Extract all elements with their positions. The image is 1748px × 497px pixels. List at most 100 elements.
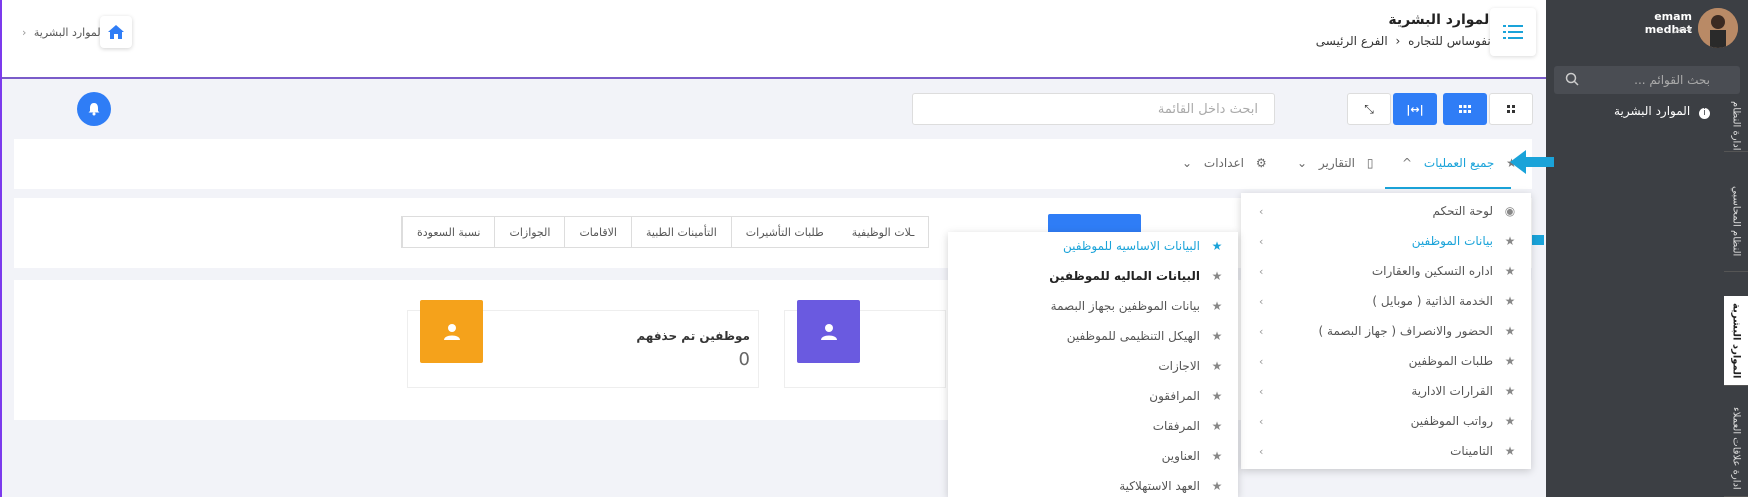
- chevron-left-icon: ‹: [1259, 385, 1264, 398]
- top-header: [2, 0, 1546, 77]
- chevron-left-icon: ‹: [22, 26, 27, 39]
- chevron-left-icon: ‹: [1259, 355, 1264, 368]
- dashboard-icon: ◉: [1504, 204, 1516, 218]
- pointer-arrow-icon: [1510, 150, 1554, 177]
- pill-job-positions[interactable]: ـلات الوظيفية: [838, 217, 929, 247]
- tiles-view-button[interactable]: [1489, 93, 1533, 125]
- star-icon: ★: [1211, 359, 1223, 373]
- submenu-attachments[interactable]: ★ المرفقات: [1153, 416, 1224, 436]
- menu-item-self-service[interactable]: ★ الخدمة الذاتية ( موبايل ): [1372, 291, 1517, 311]
- menu-label: المرافقون: [1149, 389, 1200, 403]
- operations-dropdown: ◉ لوحة التحكم ‹ ★ بيانات الموظفين ‹ ★ اداره…: [1241, 193, 1531, 469]
- chevron-icon: ‹: [1395, 34, 1401, 48]
- submenu-consumable-custody[interactable]: ★ العهد الاستهلاكية: [1119, 476, 1224, 496]
- tab-label: اعدادات: [1203, 156, 1244, 170]
- tab-all-operations[interactable]: ★ جميع العمليات ^: [1402, 156, 1517, 170]
- submenu-org-structure[interactable]: ★ الهيكل التنظيمى للموظفين: [1067, 326, 1224, 346]
- active-tab-indicator: [1385, 187, 1511, 189]
- stat-deleted-employees: موظفين تم حذفهم 0: [407, 300, 759, 388]
- menu-item-housing[interactable]: ★ اداره التسكين والعقارات: [1372, 261, 1517, 281]
- menu-label: التامينات: [1450, 444, 1493, 458]
- submenu-financial-data[interactable]: ★ البيانات الماليه للموظفين: [1049, 266, 1224, 286]
- page-title: الموارد البشرية: [1388, 12, 1494, 28]
- pill-visa-requests[interactable]: طلبات التأشيرات: [730, 217, 838, 247]
- menu-toggle-button[interactable]: [1490, 8, 1536, 56]
- search-icon: [1565, 72, 1579, 89]
- submenu-vacations[interactable]: ★ الاجازات: [1158, 356, 1224, 376]
- menu-label: البيانات الماليه للموظفين: [1049, 269, 1200, 283]
- menu-label: العهد الاستهلاكية: [1119, 479, 1200, 493]
- submenu-basic-data[interactable]: ★ البيانات الاساسيه للموظفين: [1063, 236, 1224, 256]
- star-icon: ★: [1504, 444, 1516, 458]
- vtab-system-admin[interactable]: ادارة النظام: [1724, 100, 1748, 152]
- menu-item-insurance[interactable]: ★ التامينات: [1450, 441, 1517, 461]
- search-placeholder: ابحث داخل القائمة: [1157, 102, 1258, 117]
- company-link[interactable]: انفوساس للتجاره: [1408, 34, 1494, 48]
- chevron-left-icon: ‹: [1259, 235, 1264, 248]
- collapse-button[interactable]: ⤡: [1347, 93, 1391, 125]
- star-icon: ★: [1504, 384, 1516, 398]
- pill-medical-insurance[interactable]: التأمينات الطبية: [631, 217, 731, 247]
- fit-width-button[interactable]: |↔|: [1393, 93, 1437, 125]
- menu-item-salaries[interactable]: ★ رواتب الموظفين: [1411, 411, 1517, 431]
- star-icon: ★: [1504, 234, 1516, 248]
- chevron-left-icon: ‹: [1259, 325, 1264, 338]
- grid-view-button[interactable]: [1443, 93, 1487, 125]
- vtab-accounting[interactable]: النظام المحاسبي: [1724, 172, 1748, 272]
- tab-reports[interactable]: ▯ التقارير ⌄: [1297, 156, 1373, 170]
- compress-icon: ⤡: [1364, 101, 1374, 116]
- chevron-down-icon: ⌄: [1182, 156, 1193, 170]
- menu-item-employee-data[interactable]: ★ بيانات الموظفين: [1412, 231, 1517, 251]
- submenu-addresses[interactable]: ★ العناوين: [1162, 446, 1224, 466]
- list-icon: [1503, 25, 1523, 39]
- avatar[interactable]: [1698, 8, 1738, 48]
- info-icon: i: [1699, 108, 1710, 119]
- breadcrumb[interactable]: الموارد البشرية ‹: [22, 26, 104, 39]
- home-button[interactable]: [100, 16, 132, 48]
- expand-horizontal-icon: |↔|: [1406, 102, 1424, 116]
- vertical-tabs: ادارة النظام النظام المحاسبي الموارد الب…: [1724, 100, 1748, 497]
- menu-label: القرارات الادارية: [1411, 384, 1493, 398]
- list-search-input[interactable]: ابحث داخل القائمة: [912, 93, 1275, 125]
- notification-button[interactable]: [77, 92, 111, 126]
- menu-item-employee-requests[interactable]: ★ طلبات الموظفين: [1409, 351, 1517, 371]
- star-icon: ★: [1211, 329, 1223, 343]
- menu-label: اداره التسكين والعقارات: [1371, 264, 1493, 278]
- sidebar-item-hr[interactable]: i الموارد البشرية: [1600, 104, 1710, 119]
- stat-employees: [784, 300, 946, 388]
- document-icon: ▯: [1366, 156, 1374, 170]
- chevron-left-icon: ‹: [1259, 205, 1264, 218]
- stat-value: 0: [738, 349, 750, 370]
- menu-item-attendance[interactable]: ★ الحضور والانصراف ( جهاز البصمة ): [1319, 321, 1517, 341]
- bell-icon: [88, 103, 100, 116]
- category-pills: نسبة السعودة الجوازات الاقامات التأمينات…: [401, 216, 930, 248]
- vtab-crm[interactable]: ادارة علاقات العملاء: [1724, 400, 1748, 497]
- menu-label: الهيكل التنظيمى للموظفين: [1066, 329, 1200, 343]
- submenu-fingerprint-data[interactable]: ★ بيانات الموظفين بجهاز البصمة: [1051, 296, 1224, 316]
- menu-item-admin-decisions[interactable]: ★ القرارات الادارية: [1411, 381, 1517, 401]
- grid-icon: [1459, 105, 1471, 113]
- menu-item-dashboard[interactable]: ◉ لوحة التحكم: [1433, 201, 1518, 221]
- sidebar-search-placeholder: بحث القوائم ...: [1634, 73, 1710, 87]
- star-icon: ★: [1504, 414, 1516, 428]
- sidebar-item-label: الموارد البشرية: [1614, 104, 1691, 118]
- home-icon: [108, 25, 124, 39]
- submenu-companions[interactable]: ★ المرافقون: [1149, 386, 1224, 406]
- branch-link[interactable]: الفرع الرئيسى: [1316, 34, 1388, 48]
- star-icon: ★: [1211, 269, 1223, 283]
- stat-label: موظفين تم حذفهم: [636, 329, 750, 343]
- tab-settings[interactable]: ⚙ اعدادات ⌄: [1182, 156, 1267, 170]
- tab-label: التقارير: [1318, 156, 1355, 170]
- vtab-hr[interactable]: الموارد البشرية: [1724, 296, 1748, 386]
- user-icon: [420, 300, 483, 363]
- pill-residencies[interactable]: الاقامات: [564, 217, 631, 247]
- pill-passports[interactable]: الجوازات: [494, 217, 564, 247]
- pill-saudization[interactable]: نسبة السعودة: [402, 217, 494, 247]
- tab-label: جميع العمليات: [1423, 156, 1495, 170]
- menu-label: بيانات الموظفين: [1411, 234, 1493, 248]
- gear-icon: ⚙: [1255, 156, 1267, 170]
- menu-label: البيانات الاساسيه للموظفين: [1063, 239, 1200, 253]
- star-icon: ★: [1211, 389, 1223, 403]
- star-icon: ★: [1504, 264, 1516, 278]
- star-icon: ★: [1211, 299, 1223, 313]
